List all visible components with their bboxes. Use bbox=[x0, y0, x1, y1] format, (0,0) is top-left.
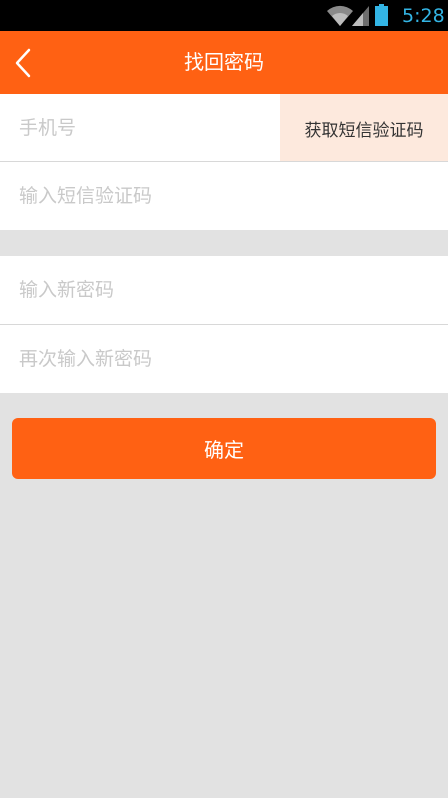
signal-icon bbox=[352, 6, 369, 26]
confirm-button[interactable]: 确定 bbox=[12, 418, 436, 479]
battery-icon bbox=[375, 4, 388, 26]
get-sms-code-button[interactable]: 获取短信验证码 bbox=[280, 94, 448, 162]
sms-code-input[interactable] bbox=[0, 162, 448, 230]
confirm-password-row bbox=[0, 325, 448, 393]
phone-input[interactable] bbox=[0, 94, 280, 162]
page-title: 找回密码 bbox=[184, 50, 264, 74]
new-password-row bbox=[0, 256, 448, 324]
status-time: 5:28 bbox=[402, 5, 445, 27]
sms-code-row bbox=[0, 162, 448, 230]
wifi-icon bbox=[327, 5, 353, 26]
title-bar: 找回密码 bbox=[0, 31, 448, 94]
phone-row: 获取短信验证码 bbox=[0, 94, 448, 162]
new-password-input[interactable] bbox=[0, 256, 448, 324]
confirm-password-input[interactable] bbox=[0, 325, 448, 393]
status-bar: 5:28 bbox=[0, 0, 448, 31]
